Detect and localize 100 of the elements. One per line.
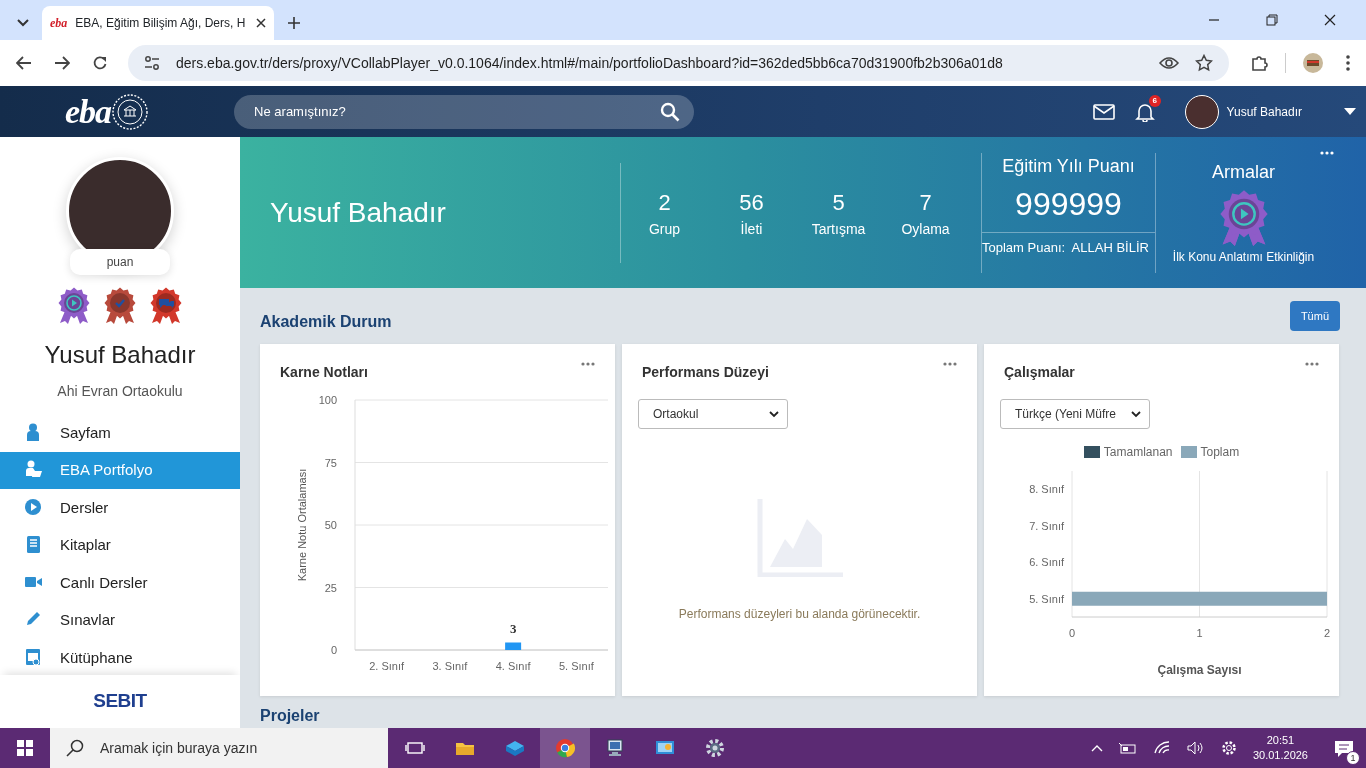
- mail-icon[interactable]: [1092, 103, 1115, 120]
- card-title: Karne Notları: [280, 363, 368, 382]
- axis-tick-label: 50: [324, 519, 337, 531]
- notification-count: 1: [1346, 751, 1360, 765]
- axis-tick-label: 8. Sınıf: [1029, 483, 1064, 496]
- data-label: 3: [509, 620, 517, 636]
- close-icon[interactable]: [256, 18, 266, 28]
- axis-tick-label: 5. Sınıf: [558, 660, 594, 672]
- stat-value: 5: [831, 188, 846, 217]
- year-points-title: Eğitim Yılı Puanı: [1001, 154, 1136, 178]
- legend-label: Tamamlanan: [1103, 444, 1173, 461]
- eba-logo[interactable]: eba: [65, 94, 112, 129]
- axis-tick-label: 3. Sınıf: [432, 660, 468, 672]
- sidebar-item[interactable]: Sayfam: [0, 414, 240, 452]
- sebit-logo: SEBIT: [93, 689, 147, 714]
- emblem-icon: [111, 92, 150, 131]
- dropdown[interactable]: Ortaokul: [638, 399, 788, 429]
- stat-label: Tartışma: [810, 219, 867, 239]
- card-title: Performans Düzeyi: [642, 363, 769, 382]
- stat-label: Grup: [647, 219, 682, 239]
- gear-icon[interactable]: [705, 738, 725, 758]
- star-icon[interactable]: [1195, 54, 1213, 72]
- eye-icon[interactable]: [1159, 56, 1179, 70]
- volume-icon[interactable]: [1186, 741, 1205, 755]
- sidebar-item[interactable]: Kitaplar: [0, 526, 240, 564]
- box-icon[interactable]: [505, 738, 525, 758]
- sidebar-item[interactable]: Canlı Dersler: [0, 564, 240, 602]
- address-bar[interactable]: ders.eba.gov.tr/ders/proxy/VCollabPlayer_v0.0.1064/index.html#/main/portfolioDashboard?id=362ded5bb6ca70d31900fb2b306a01d8: [128, 45, 1229, 81]
- more-options-icon[interactable]: [581, 362, 595, 366]
- school-name: Ahi Evran Ortaokulu: [57, 382, 183, 401]
- clock-time[interactable]: 20:51: [1252, 733, 1308, 748]
- stat-label: İleti: [739, 219, 764, 239]
- profile-avatar-icon[interactable]: [1302, 52, 1324, 74]
- maximize-icon[interactable]: [1266, 14, 1278, 26]
- points-label: puan: [70, 249, 170, 275]
- axis-tick-label: 4. Sınıf: [495, 660, 531, 672]
- sidebar-item[interactable]: Kütüphane: [0, 639, 240, 675]
- menu-dots-icon[interactable]: [1346, 55, 1350, 71]
- menu-item-icon: [24, 497, 44, 518]
- year-points-value: 999999: [982, 179, 1155, 233]
- axis-tick-label: 1: [1196, 627, 1203, 639]
- plus-icon[interactable]: [288, 17, 300, 29]
- windows-start-icon[interactable]: [17, 740, 33, 756]
- favicon: eba: [50, 15, 68, 32]
- profile-name: Yusuf Bahadır: [269, 195, 447, 230]
- card-title: Çalışmalar: [1004, 363, 1075, 382]
- notification-count: 6: [1148, 94, 1161, 107]
- clock-date[interactable]: 30.01.2026: [1252, 748, 1308, 763]
- more-options-icon[interactable]: [1305, 362, 1319, 366]
- tab-search-icon[interactable]: [17, 19, 29, 27]
- axis-tick-label: 100: [318, 394, 337, 406]
- all-button[interactable]: Tümü: [1289, 300, 1340, 332]
- more-options-icon[interactable]: [943, 362, 957, 366]
- stat-value: 56: [738, 188, 765, 217]
- tab-title: EBA, Eğitim Bilişim Ağı, Ders, H: [75, 15, 247, 32]
- url-text: ders.eba.gov.tr/ders/proxy/VCollabPlayer_v0.0.1064/index.html#/main/portfolioDashboard?id=362ded5bb6ca70d31900fb2b306a01d8: [176, 53, 1004, 73]
- chevron-up-icon[interactable]: [1090, 744, 1103, 752]
- caret-icon[interactable]: [1344, 108, 1356, 117]
- back-arrow-icon[interactable]: [16, 56, 32, 70]
- axis-title: Karne Notu Ortalaması: [296, 468, 308, 582]
- axis-tick-label: 7. Sınıf: [1029, 519, 1064, 532]
- sidebar-item[interactable]: Sınavlar: [0, 601, 240, 639]
- reload-icon[interactable]: [92, 55, 108, 71]
- computer-icon[interactable]: [605, 738, 625, 758]
- chart-bar: [505, 642, 522, 650]
- browser-icon[interactable]: [555, 738, 575, 758]
- avatar: [1184, 94, 1219, 129]
- bell-icon[interactable]: [1134, 102, 1155, 123]
- user-menu[interactable]: Yusuf Bahadır: [1184, 94, 1302, 129]
- stat-value: 7: [918, 188, 933, 217]
- site-settings-icon[interactable]: [144, 56, 160, 70]
- section-title: Akademik Durum: [260, 312, 392, 332]
- forward-arrow-icon[interactable]: [54, 56, 70, 70]
- puzzle-icon[interactable]: [1251, 54, 1269, 72]
- wifi-icon[interactable]: [1152, 741, 1171, 755]
- browser-tab[interactable]: eba EBA, Eğitim Bilişim Ağı, Ders, H: [42, 6, 274, 40]
- total-points: Toplam Puanı: ALLAH BİLİR: [982, 238, 1150, 257]
- axis-tick-label: 6. Sınıf: [1029, 556, 1064, 569]
- battery-icon[interactable]: [1118, 742, 1137, 754]
- stat-label: Oylama: [900, 219, 951, 239]
- section-title: Projeler: [260, 708, 320, 724]
- axis-tick-label: 0: [1068, 627, 1076, 639]
- dropdown[interactable]: Türkçe (Yeni Müfre: [1000, 399, 1150, 429]
- sidebar-item[interactable]: Dersler: [0, 489, 240, 527]
- axis-tick-label: 2. Sınıf: [369, 660, 405, 672]
- axis-tick-label: 75: [324, 456, 337, 469]
- search-icon[interactable]: [660, 101, 681, 122]
- close-icon[interactable]: [1324, 14, 1336, 26]
- legend-label: Toplam: [1200, 444, 1240, 461]
- more-options-icon[interactable]: [1320, 151, 1334, 155]
- gear-icon[interactable]: [1220, 740, 1237, 756]
- emblem-caption: İlk Konu Anlatımı Etkinliğin: [1172, 249, 1315, 266]
- search-icon: [66, 739, 84, 757]
- axis-title: Çalışma Sayısı: [1157, 663, 1242, 677]
- chevron-down-icon: [769, 410, 779, 418]
- taskbar-search-field[interactable]: Aramak için buraya yazın: [50, 728, 388, 768]
- axis-tick-label: 0: [330, 644, 337, 656]
- emblems-title: Armalar: [1212, 161, 1275, 184]
- axis-tick-label: 2: [1323, 627, 1331, 639]
- student-name: Yusuf Bahadır: [44, 340, 196, 370]
